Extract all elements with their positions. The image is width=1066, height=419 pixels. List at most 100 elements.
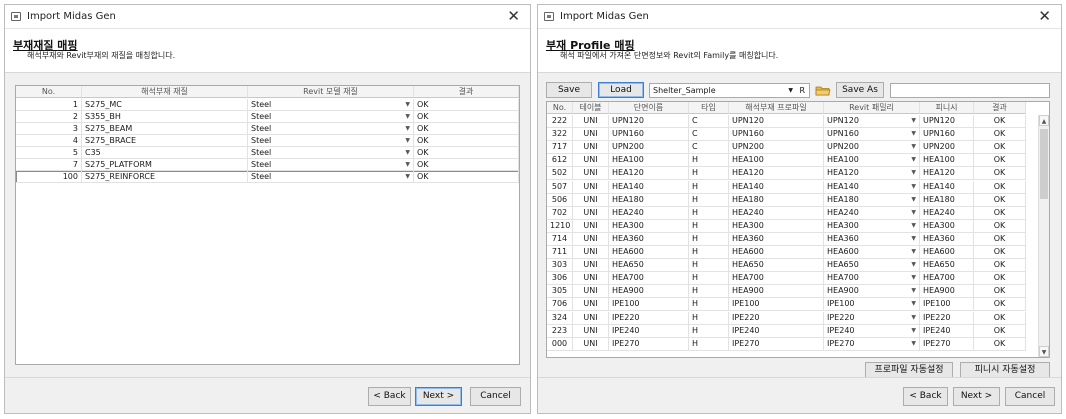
cell-type: H xyxy=(689,324,729,338)
cell-revit-family[interactable]: HEA300 ▼ xyxy=(824,219,920,233)
save-as-name-input[interactable] xyxy=(890,83,1050,98)
cell-revit-material[interactable]: Steel ▼ xyxy=(248,171,414,183)
cancel-button[interactable]: Cancel xyxy=(1005,387,1055,406)
cell-result: OK xyxy=(974,193,1026,207)
auto-profile-button[interactable]: 프로파일 자동설정 xyxy=(865,362,953,378)
table-row[interactable]: 222 UNI UPN120 C UPN120 UPN120 ▼ UPN120 OK xyxy=(547,115,1026,128)
cancel-button[interactable]: Cancel xyxy=(470,387,521,406)
cell-result: OK xyxy=(974,115,1026,128)
preset-select[interactable]: Shelter_Sample ▼ R xyxy=(649,83,810,98)
cell-revit-family[interactable]: IPE220 ▼ xyxy=(824,311,920,325)
cell-profile: HEA100 xyxy=(729,154,824,168)
table-row[interactable]: 7 S275_PLATFORM Steel ▼ OK xyxy=(16,159,519,171)
cell-no-text: 702 xyxy=(551,207,568,217)
cell-revit-family[interactable]: HEA600 ▼ xyxy=(824,246,920,259)
back-button[interactable]: < Back xyxy=(903,387,948,406)
cell-revit-family[interactable]: HEA180 ▼ xyxy=(824,193,920,207)
save-button[interactable]: Save xyxy=(546,82,592,98)
scroll-thumb[interactable] xyxy=(1040,129,1048,199)
table-row[interactable]: 506 UNI HEA180 H HEA180 HEA180 ▼ HEA180 OK xyxy=(547,193,1026,207)
table-row[interactable]: 2 S355_BH Steel ▼ OK xyxy=(16,111,519,123)
table-row[interactable]: 322 UNI UPN160 C UPN160 UPN160 ▼ UPN160 OK xyxy=(547,128,1026,142)
cell-result-text: OK xyxy=(993,194,1006,204)
cell-revit-material[interactable]: Steel ▼ xyxy=(248,135,414,147)
table-row[interactable]: 706 UNI IPE100 H IPE100 IPE100 ▼ IPE100 OK xyxy=(547,298,1026,312)
cell-section-name-text: IPE220 xyxy=(612,312,640,322)
table-row[interactable]: 4 S275_BRACE Steel ▼ OK xyxy=(16,135,519,147)
cell-revit-family[interactable]: HEA120 ▼ xyxy=(824,167,920,181)
cell-revit-family[interactable]: HEA140 ▼ xyxy=(824,180,920,194)
cell-no-text: 3 xyxy=(72,124,78,133)
cell-profile: IPE100 xyxy=(729,298,824,312)
table-row[interactable]: 502 UNI HEA120 H HEA120 HEA120 ▼ HEA120 OK xyxy=(547,167,1026,181)
table-row[interactable]: 714 UNI HEA360 H HEA360 HEA360 ▼ HEA360 OK xyxy=(547,232,1026,246)
vertical-scrollbar[interactable]: ▲ ▼ xyxy=(1038,115,1049,357)
table-row[interactable]: 1210 UNI HEA300 H HEA300 HEA300 ▼ HEA300 OK xyxy=(547,219,1026,233)
cell-section-name-text: IPE100 xyxy=(612,299,640,309)
table-row[interactable]: 1 S275_MC Steel ▼ OK xyxy=(16,99,519,111)
table-row[interactable]: 507 UNI HEA140 H HEA140 HEA140 ▼ HEA140 OK xyxy=(547,180,1026,194)
cell-revit-material[interactable]: Steel ▼ xyxy=(248,123,414,135)
cell-revit-family[interactable]: UPN120 ▼ xyxy=(824,115,920,128)
table-row[interactable]: 324 UNI IPE220 H IPE220 IPE220 ▼ IPE220 OK xyxy=(547,311,1026,325)
cell-revit-family-text: HEA650 xyxy=(827,260,859,270)
cell-material: S355_BH xyxy=(82,111,248,123)
save-as-button[interactable]: Save As xyxy=(836,82,884,98)
load-button[interactable]: Load xyxy=(598,82,644,98)
cell-revit-family[interactable]: HEA650 ▼ xyxy=(824,259,920,273)
cell-table-text: UNI xyxy=(583,273,598,283)
table-row[interactable]: 303 UNI HEA650 H HEA650 HEA650 ▼ HEA650 OK xyxy=(547,259,1026,273)
table-row[interactable]: 702 UNI HEA240 H HEA240 HEA240 ▼ HEA240 OK xyxy=(547,206,1026,220)
cell-revit-family[interactable]: HEA240 ▼ xyxy=(824,206,920,220)
cell-revit-material[interactable]: Steel ▼ xyxy=(248,159,414,171)
title-bar: Import Midas Gen ✕ xyxy=(538,5,1061,29)
table-row[interactable]: 5 C35 Steel ▼ OK xyxy=(16,147,519,159)
cell-type: C xyxy=(689,115,729,128)
chevron-down-icon: ▼ xyxy=(405,113,410,120)
cell-revit-family[interactable]: IPE270 ▼ xyxy=(824,337,920,351)
folder-icon[interactable] xyxy=(815,84,831,97)
cell-revit-material[interactable]: Steel ▼ xyxy=(248,99,414,111)
cell-finish: UPN160 xyxy=(920,128,974,142)
close-icon[interactable]: ✕ xyxy=(507,8,520,24)
table-row[interactable]: 223 UNI IPE240 H IPE240 IPE240 ▼ IPE240 OK xyxy=(547,324,1026,338)
grid-header: No. 해석부재 재질 Revit 모델 재질 결과 xyxy=(16,86,519,98)
table-row[interactable]: 100 S275_REINFORCE Steel ▼ OK xyxy=(16,171,519,183)
cell-finish: HEA600 xyxy=(920,246,974,259)
cell-no: 1 xyxy=(16,99,82,111)
cell-revit-material[interactable]: Steel ▼ xyxy=(248,111,414,123)
next-button[interactable]: Next > xyxy=(953,387,1000,406)
cell-revit-family[interactable]: HEA100 ▼ xyxy=(824,154,920,168)
scroll-up-icon[interactable]: ▲ xyxy=(1039,115,1049,126)
cell-type-text: H xyxy=(692,233,699,243)
table-row[interactable]: 306 UNI HEA700 H HEA700 HEA700 ▼ HEA700 OK xyxy=(547,272,1026,286)
table-row[interactable]: 000 UNI IPE270 H IPE270 IPE270 ▼ IPE270 OK xyxy=(547,337,1026,351)
scroll-down-icon[interactable]: ▼ xyxy=(1039,346,1049,357)
table-row[interactable]: 305 UNI HEA900 H HEA900 HEA900 ▼ HEA900 OK xyxy=(547,285,1026,299)
cell-table: UNI xyxy=(573,246,609,259)
cell-revit-family[interactable]: HEA900 ▼ xyxy=(824,285,920,299)
column-header: Revit 모델 재질 xyxy=(248,86,414,98)
table-row[interactable]: 3 S275_BEAM Steel ▼ OK xyxy=(16,123,519,135)
cell-result: OK xyxy=(974,128,1026,142)
cell-profile-text: HEA180 xyxy=(732,194,764,204)
cell-profile-text: IPE240 xyxy=(732,325,760,335)
cell-revit-family[interactable]: IPE100 ▼ xyxy=(824,298,920,312)
cell-revit-family[interactable]: HEA360 ▼ xyxy=(824,232,920,246)
cell-revit-family[interactable]: HEA700 ▼ xyxy=(824,272,920,286)
chevron-down-icon: ▼ xyxy=(405,137,410,144)
table-row[interactable]: 717 UNI UPN200 C UPN200 UPN200 ▼ UPN200 OK xyxy=(547,141,1026,155)
table-row[interactable]: 711 UNI HEA600 H HEA600 HEA600 ▼ HEA600 OK xyxy=(547,246,1026,259)
cell-finish-text: UPN160 xyxy=(923,129,955,139)
next-button[interactable]: Next > xyxy=(415,387,462,406)
cell-revit-material[interactable]: Steel ▼ xyxy=(248,147,414,159)
cell-table: UNI xyxy=(573,324,609,338)
auto-finish-button[interactable]: 피니시 자동설정 xyxy=(960,362,1050,378)
close-icon[interactable]: ✕ xyxy=(1038,8,1051,24)
cell-revit-family[interactable]: UPN160 ▼ xyxy=(824,128,920,142)
cell-revit-family[interactable]: IPE240 ▼ xyxy=(824,324,920,338)
cell-revit-family[interactable]: UPN200 ▼ xyxy=(824,141,920,155)
back-button[interactable]: < Back xyxy=(368,387,411,406)
table-row[interactable]: 612 UNI HEA100 H HEA100 HEA100 ▼ HEA100 OK xyxy=(547,154,1026,168)
cell-section-name-text: HEA700 xyxy=(612,273,644,283)
